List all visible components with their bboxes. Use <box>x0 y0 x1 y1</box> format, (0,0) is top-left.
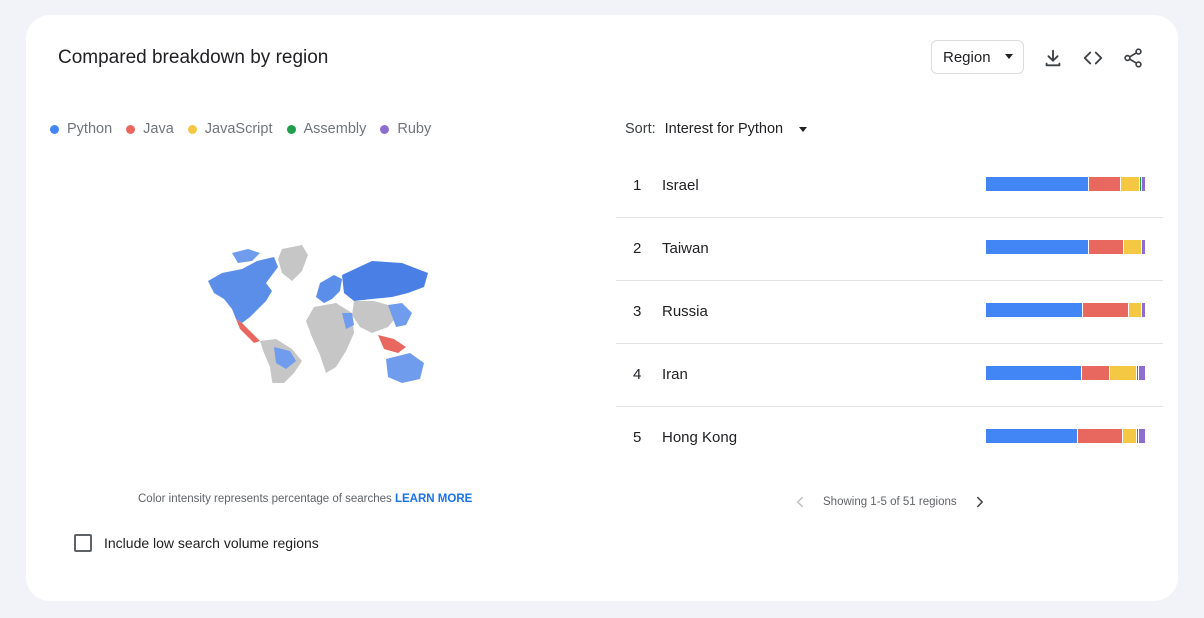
legend-item-java[interactable]: Java <box>126 121 174 137</box>
legend-item-javascript[interactable]: JavaScript <box>187 121 273 137</box>
share-segment-java <box>1088 177 1121 191</box>
legend-label: Ruby <box>397 121 432 137</box>
share-segment-java <box>1077 429 1123 443</box>
share-segment-javascript <box>1120 177 1141 191</box>
region-name[interactable]: Hong Kong <box>662 429 737 446</box>
share-segment-python <box>986 429 1078 443</box>
legend-label: Assembly <box>303 121 367 137</box>
region-rank: 2 <box>633 240 642 257</box>
map-note: Color intensity represents percentage of… <box>138 493 472 505</box>
learn-more-link[interactable]: LEARN MORE <box>395 493 472 505</box>
region-share-bar[interactable] <box>986 366 1145 380</box>
region-row[interactable]: 3 Russia <box>616 281 1163 344</box>
world-map[interactable] <box>202 243 428 383</box>
region-share-bar[interactable] <box>986 303 1145 317</box>
pager-text: Showing 1-5 of 51 regions <box>823 496 957 508</box>
caret-down-icon <box>1005 54 1013 59</box>
share-segment-python <box>986 177 1089 191</box>
share-segment-ruby <box>1138 429 1145 443</box>
share-segment-java <box>1082 303 1130 317</box>
share-icon[interactable] <box>1122 47 1144 69</box>
share-segment-javascript <box>1109 366 1137 380</box>
chevron-right-icon[interactable] <box>971 493 989 511</box>
region-rank: 3 <box>633 303 642 320</box>
low-volume-label: Include low search volume regions <box>104 535 319 551</box>
legend-label: Python <box>67 121 113 137</box>
chevron-left-icon[interactable] <box>791 493 809 511</box>
share-segment-python <box>986 303 1083 317</box>
region-name[interactable]: Russia <box>662 303 708 320</box>
region-dropdown[interactable]: Region <box>931 40 1024 74</box>
legend-item-assembly[interactable]: Assembly <box>286 121 367 137</box>
region-rank: 5 <box>633 429 642 446</box>
caret-down-icon[interactable] <box>799 126 808 132</box>
share-segment-python <box>986 240 1089 254</box>
legend-label: JavaScript <box>204 121 273 137</box>
download-icon[interactable] <box>1042 47 1064 69</box>
comparison-card: Compared breakdown by region Region Pyth… <box>26 15 1178 601</box>
legend-dot <box>187 124 197 134</box>
legend-item-ruby[interactable]: Ruby <box>380 121 431 137</box>
region-name[interactable]: Taiwan <box>662 240 709 257</box>
legend-dot <box>126 124 136 134</box>
legend-label: Java <box>143 121 174 137</box>
region-name[interactable]: Iran <box>662 366 688 383</box>
region-rank: 4 <box>633 366 642 383</box>
share-segment-java <box>1088 240 1125 254</box>
legend-dot <box>380 124 390 134</box>
legend: Python Java JavaScript Assembly Ruby <box>50 121 431 137</box>
sort-value[interactable]: Interest for Python <box>665 121 783 137</box>
region-row[interactable]: 4 Iran <box>616 344 1163 407</box>
legend-dot <box>286 124 296 134</box>
region-dropdown-label: Region <box>943 48 991 66</box>
pager: Showing 1-5 of 51 regions <box>791 493 989 511</box>
share-segment-ruby <box>1141 177 1145 191</box>
region-list: 1 Israel 2 Taiwan 3 Russia 4 Iran 5 Hong Kong <box>616 155 1163 469</box>
region-row[interactable]: 2 Taiwan <box>616 218 1163 281</box>
embed-icon[interactable] <box>1082 47 1104 69</box>
sort-control[interactable]: Sort: Interest for Python <box>625 121 808 137</box>
card-title: Compared breakdown by region <box>58 47 329 68</box>
low-volume-toggle[interactable]: Include low search volume regions <box>74 534 319 552</box>
share-segment-javascript <box>1124 240 1142 254</box>
share-segment-javascript <box>1122 429 1137 443</box>
share-segment-ruby <box>1138 366 1145 380</box>
map-note-text: Color intensity represents percentage of… <box>138 493 392 505</box>
share-segment-ruby <box>1141 240 1145 254</box>
region-share-bar[interactable] <box>986 240 1145 254</box>
low-volume-checkbox[interactable] <box>74 534 92 552</box>
region-row[interactable]: 5 Hong Kong <box>616 407 1163 469</box>
region-row[interactable]: 1 Israel <box>616 155 1163 218</box>
sort-label: Sort: <box>625 121 656 137</box>
legend-dot <box>50 124 59 134</box>
share-segment-java <box>1082 366 1110 380</box>
region-rank: 1 <box>633 177 642 194</box>
region-name[interactable]: Israel <box>662 177 699 194</box>
legend-item-python[interactable]: Python <box>50 121 112 137</box>
share-segment-ruby <box>1141 303 1145 317</box>
share-segment-python <box>986 366 1083 380</box>
share-segment-javascript <box>1129 303 1142 317</box>
region-share-bar[interactable] <box>986 429 1145 443</box>
region-share-bar[interactable] <box>986 177 1145 191</box>
